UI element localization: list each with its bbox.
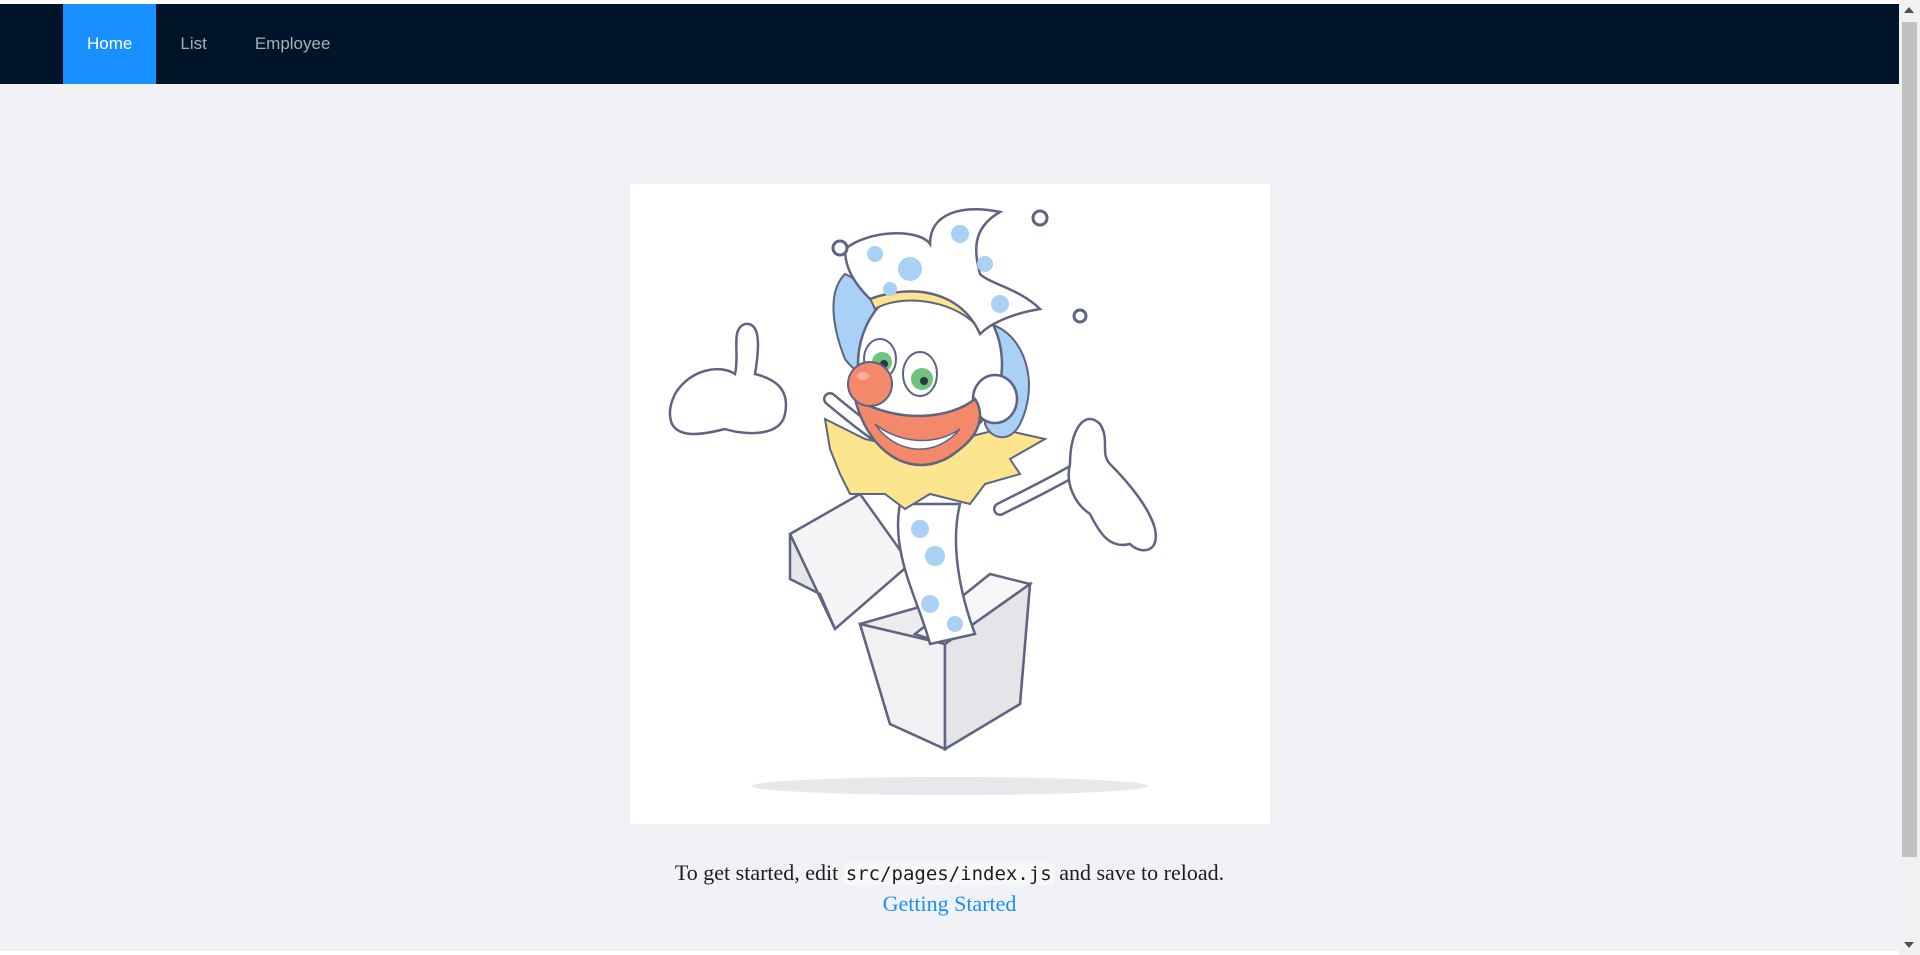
bottom-edge [0,951,1899,955]
clown-illustration [630,184,1270,824]
page-content: To get started, edit src/pages/index.js … [0,84,1899,955]
menu-item-employee[interactable]: Employee [231,4,355,84]
scroll-down-icon[interactable] [1904,942,1914,948]
jack-in-the-box-icon [668,208,1158,795]
intro-text: To get started, edit src/pages/index.js … [0,860,1899,886]
menu-item-home[interactable]: Home [63,4,157,84]
vertical-scrollbar[interactable] [1899,0,1920,955]
getting-started-link[interactable]: Getting Started [883,891,1017,916]
menu-item-list[interactable]: List [156,4,230,84]
getting-started-line: Getting Started [0,891,1899,917]
scroll-thumb[interactable] [1902,22,1917,857]
file-path-code: src/pages/index.js [843,863,1054,885]
main-menu: Home List Employee [63,4,354,84]
intro-text-before: To get started, edit [674,860,844,885]
scroll-up-icon[interactable] [1904,7,1914,13]
top-nav-bar: Home List Employee [0,4,1899,84]
intro-text-after: and save to reload. [1053,860,1225,885]
